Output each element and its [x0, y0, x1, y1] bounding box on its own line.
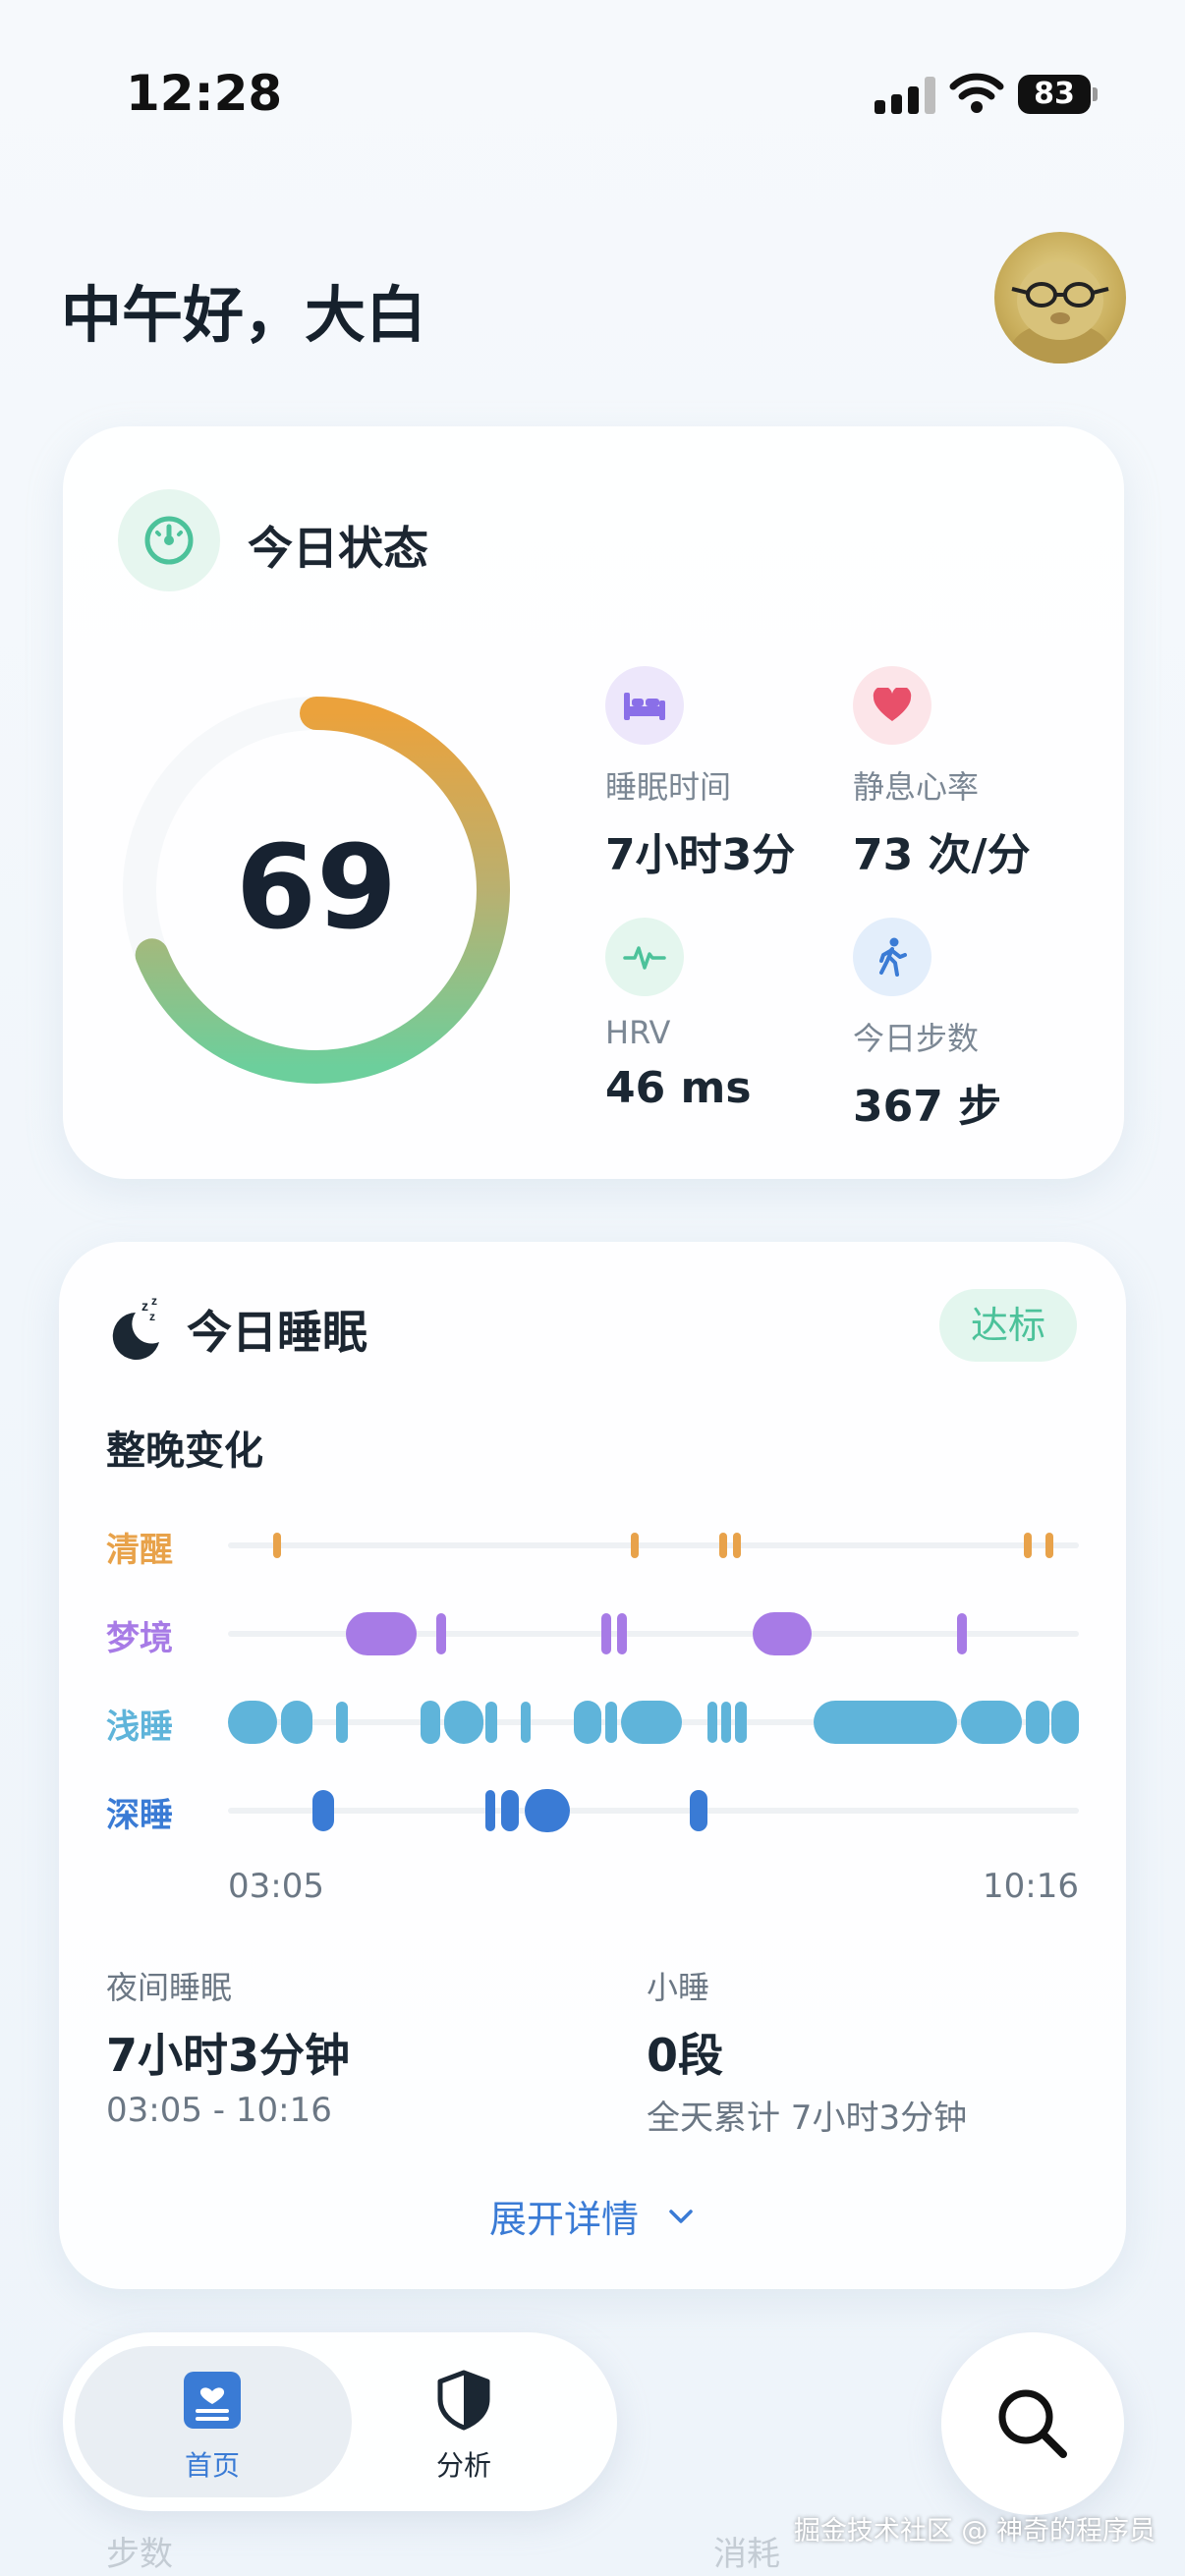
status-time: 12:28 — [126, 65, 283, 122]
tab-label: 分析 — [435, 2449, 491, 2482]
avatar[interactable] — [994, 232, 1126, 364]
metric-value: 73 次/分 — [853, 830, 1031, 880]
nap-label: 小睡 — [647, 1969, 710, 2006]
svg-text:z: z — [141, 1298, 148, 1314]
stage-track-awake — [228, 1533, 1079, 1558]
greeting-title: 中午好，大白 — [61, 279, 427, 351]
score-value: 69 — [235, 819, 398, 955]
heart-icon — [853, 666, 931, 745]
walking-icon — [853, 918, 931, 996]
stage-track-light — [228, 1701, 1079, 1744]
stage-label-dream: 梦境 — [106, 1619, 173, 1658]
tab-label: 首页 — [184, 2449, 240, 2482]
home-card-icon — [184, 2372, 241, 2429]
stage-track-dream — [228, 1612, 1079, 1655]
card-title: 今日状态 — [248, 522, 428, 575]
battery-icon: 83 — [1018, 75, 1099, 114]
metric-label: 睡眠时间 — [605, 768, 732, 806]
cellular-signal-icon — [875, 77, 935, 114]
night-sleep-range: 03:05 - 10:16 — [106, 2091, 332, 2130]
metric-resting-heart-rate[interactable]: 静息心率 73 次/分 — [853, 666, 1099, 882]
stage-label-deep: 深睡 — [106, 1796, 173, 1835]
today-status-card[interactable]: 今日状态 69 睡眠时间 7小时3分 静息心率 73 次/分 HRV 46 ms… — [63, 426, 1124, 1179]
stage-track-deep — [228, 1789, 1079, 1832]
metric-label: 今日步数 — [853, 1020, 980, 1057]
night-sleep-value: 7小时3分钟 — [106, 2029, 351, 2082]
metric-label: HRV — [605, 1014, 671, 1051]
status-bar: 12:28 83 — [0, 0, 1185, 196]
metric-sleep-time[interactable]: 睡眠时间 7小时3分 — [605, 666, 851, 882]
watermark-text: 掘金技术社区 @ 神奇的程序员 — [793, 2516, 1156, 2547]
metric-value: 367 步 — [853, 1082, 1002, 1132]
svg-text:z: z — [149, 1310, 155, 1323]
expand-details-button[interactable]: 展开详情 — [59, 2189, 1126, 2243]
metric-value: 46 ms — [605, 1063, 752, 1113]
pulse-icon — [605, 918, 684, 996]
nap-total: 全天累计 7小时3分钟 — [647, 2099, 968, 2138]
metric-label: 静息心率 — [853, 768, 980, 806]
behind-consume-label: 消耗 — [713, 2535, 780, 2574]
wifi-icon — [949, 73, 1004, 113]
metric-value: 7小时3分 — [605, 830, 796, 880]
night-sleep-label: 夜间睡眠 — [106, 1969, 233, 2006]
card-title: 今日睡眠 — [187, 1306, 367, 1359]
shield-icon — [437, 2370, 490, 2431]
battery-level: 83 — [1018, 75, 1091, 114]
stage-label-light: 浅睡 — [106, 1708, 173, 1747]
svg-text:z: z — [151, 1294, 157, 1308]
tab-analysis[interactable]: 分析 — [366, 2370, 562, 2484]
sleep-start-time: 03:05 — [228, 1867, 324, 1906]
stage-label-awake: 清醒 — [106, 1531, 173, 1570]
metric-steps[interactable]: 今日步数 367 步 — [853, 918, 1099, 1134]
moon-icon: z z z — [112, 1294, 159, 1360]
behind-steps-label: 步数 — [106, 2535, 173, 2574]
nap-value: 0段 — [647, 2029, 724, 2082]
bed-icon — [605, 666, 684, 745]
chevron-down-icon — [669, 2209, 693, 2223]
metric-hrv[interactable]: HRV 46 ms — [605, 918, 851, 1113]
search-icon — [998, 2389, 1067, 2458]
expand-label: 展开详情 — [488, 2198, 639, 2241]
status-badge: 达标 — [939, 1289, 1077, 1362]
sleep-end-time: 10:16 — [983, 1867, 1079, 1906]
avatar-image — [1011, 261, 1109, 364]
section-subtitle: 整晚变化 — [106, 1428, 263, 1474]
gauge-icon — [118, 489, 220, 591]
tab-bar: 首页 分析 — [63, 2332, 617, 2511]
today-sleep-card[interactable]: z z z 今日睡眠 达标 整晚变化 清醒 梦境 浅睡 深睡 03:05 10:… — [59, 1242, 1126, 2289]
search-button[interactable] — [941, 2332, 1124, 2515]
tab-home[interactable]: 首页 — [114, 2370, 310, 2484]
